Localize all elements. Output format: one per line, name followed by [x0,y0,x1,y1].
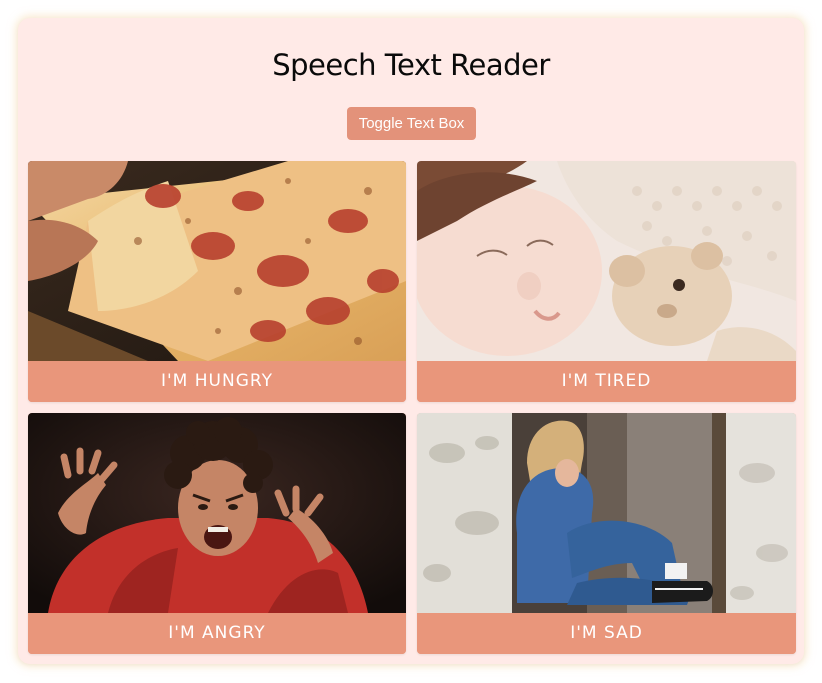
toggle-text-box-button[interactable]: Toggle Text Box [347,107,476,140]
tile-hungry[interactable]: I'M HUNGRY [28,161,406,402]
tile-angry[interactable]: I'M ANGRY [28,413,406,654]
tile-caption: I'M SAD [417,613,796,654]
sad-child-image [417,413,796,613]
tile-caption: I'M ANGRY [28,613,406,654]
page-title: Speech Text Reader [272,48,550,82]
tile-tired[interactable]: I'M TIRED [417,161,796,402]
sleeping-child-image [417,161,796,361]
pizza-slice-image [28,161,406,361]
tile-sad[interactable]: I'M SAD [417,413,796,654]
tile-grid: I'M HUNGRY I'M TIRED I'M ANGRY I'M SAD [28,161,796,654]
tile-caption: I'M HUNGRY [28,361,406,402]
app-card: Speech Text Reader Toggle Text Box I'M H… [18,18,804,664]
angry-child-image [28,413,406,613]
tile-caption: I'M TIRED [417,361,796,402]
